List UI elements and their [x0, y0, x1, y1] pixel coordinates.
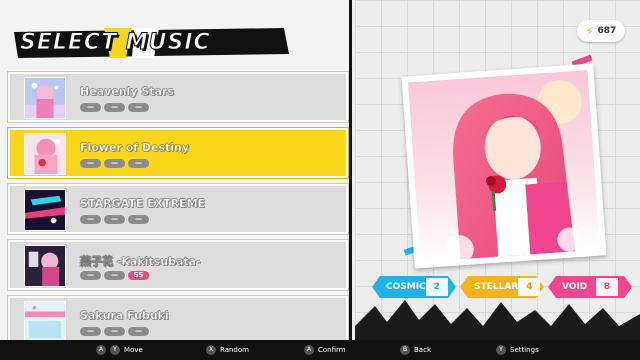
difficulty-pill: —: [128, 327, 149, 336]
song-title: Flower of Destiny: [80, 141, 190, 154]
difficulty-level: 8: [596, 278, 618, 296]
difficulty-name: STELLAR: [474, 282, 519, 292]
difficulty-level: 4: [518, 278, 540, 296]
hint-random: X Random: [206, 345, 249, 355]
difficulty-pill: —: [80, 271, 101, 280]
difficulty-pill: —: [104, 103, 125, 112]
difficulty-pills: — — —: [80, 159, 149, 168]
song-jacket: [24, 77, 66, 119]
song-jacket: [24, 133, 66, 175]
difficulty-pill: —: [128, 159, 149, 168]
currency-value: 687: [597, 26, 617, 36]
ss-rank-badge: SS: [128, 271, 149, 280]
song-row-kakitsubata[interactable]: 燕子花 -Kakitsubata- — — SS: [8, 240, 348, 290]
y-button-icon: Y: [496, 345, 506, 355]
difficulty-pill: —: [104, 271, 125, 280]
difficulty-pill: —: [80, 215, 101, 224]
difficulty-pill: —: [80, 159, 101, 168]
spiky-decoration: [355, 300, 640, 340]
difficulty-pill: —: [128, 215, 149, 224]
hint-back: B Back: [400, 345, 431, 355]
bolt-icon: ⚡: [585, 24, 594, 38]
difficulty-pills: — — —: [80, 327, 149, 336]
hint-settings: Y Settings: [496, 345, 539, 355]
song-title: Sakura Fubuki: [80, 309, 169, 322]
difficulty-pill: —: [104, 215, 125, 224]
screen-title: SELECT MUSIC: [14, 24, 289, 64]
difficulty-void-button[interactable]: VOID 8: [548, 276, 632, 298]
song-title: STARGATE EXTREME: [80, 197, 206, 210]
control-hints-bar: A Y Move X Random A Confirm B Back Y Set…: [0, 340, 640, 360]
song-jacket: [24, 245, 66, 287]
song-title: 燕子花 -Kakitsubata-: [80, 255, 201, 268]
difficulty-pills: — — SS: [80, 271, 149, 280]
song-row-stargate-extreme[interactable]: STARGATE EXTREME — — —: [8, 184, 348, 234]
difficulty-pill: —: [104, 159, 125, 168]
y-button-icon: Y: [110, 345, 120, 355]
difficulty-pills: — — —: [80, 215, 149, 224]
hint-label: Random: [220, 346, 249, 354]
difficulty-pill: —: [80, 327, 101, 336]
currency-counter: ⚡ 687: [577, 20, 625, 42]
song-row-sakura-fubuki[interactable]: Sakura Fubuki — — —: [8, 296, 348, 346]
difficulty-pills: — — —: [80, 103, 149, 112]
difficulty-pill: —: [104, 327, 125, 336]
hint-label: Back: [414, 346, 431, 354]
hint-label: Confirm: [318, 346, 346, 354]
hint-move: A Y Move: [96, 345, 143, 355]
song-jacket: [24, 189, 66, 231]
song-select-panel: SELECT MUSIC Heavenly Stars — — — Flower…: [0, 0, 352, 346]
song-row-flower-of-destiny[interactable]: Flower of Destiny — — —: [8, 128, 348, 178]
song-jacket: [24, 301, 66, 343]
x-button-icon: X: [206, 345, 216, 355]
song-row-heavenly-stars[interactable]: Heavenly Stars — — —: [8, 72, 348, 122]
hint-confirm: A Confirm: [304, 345, 346, 355]
a-button-icon: A: [304, 345, 314, 355]
song-jacket-large: [401, 63, 607, 269]
cover-art: [407, 69, 601, 263]
hint-label: Move: [124, 346, 143, 354]
b-button-icon: B: [400, 345, 410, 355]
difficulty-pill: —: [128, 103, 149, 112]
a-button-icon: A: [96, 345, 106, 355]
difficulty-name: COSMIC: [386, 282, 426, 292]
difficulty-name: VOID: [562, 282, 588, 292]
difficulty-pill: —: [80, 103, 101, 112]
song-title: Heavenly Stars: [80, 85, 174, 98]
page-title: SELECT MUSIC: [20, 30, 211, 56]
difficulty-level: 2: [426, 278, 448, 296]
difficulty-stellar-button[interactable]: STELLAR 4: [460, 276, 544, 298]
song-list[interactable]: Heavenly Stars — — — Flower of Destiny —…: [8, 72, 348, 352]
difficulty-selector[interactable]: COSMIC 2 STELLAR 4 VOID 8: [372, 276, 632, 300]
hint-label: Settings: [510, 346, 539, 354]
difficulty-cosmic-button[interactable]: COSMIC 2: [372, 276, 456, 298]
